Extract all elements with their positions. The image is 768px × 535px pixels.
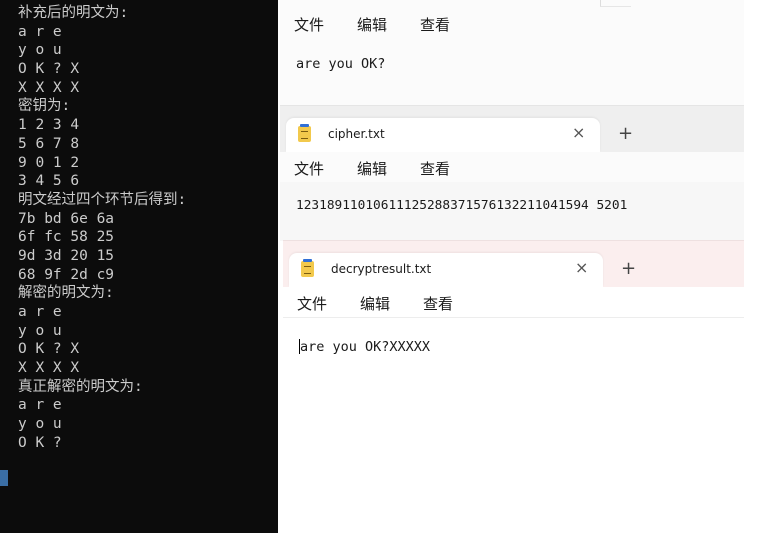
editor-text: are you OK?XXXXX xyxy=(300,339,431,355)
console-window[interactable]: 补充后的明文为: a r e y o u O K ? X X X X X 密钥为… xyxy=(0,0,278,533)
notepad-window-cipher[interactable]: cipher.txt × + 文件 编辑 查看 1231891101061112… xyxy=(280,105,744,241)
notepad-window-plaintext[interactable]: 文件 编辑 查看 are you OK? xyxy=(280,0,744,105)
console-line: 密钥为: xyxy=(18,98,71,115)
console-line: 真正解密的明文为: xyxy=(18,378,143,395)
console-line: 1 2 3 4 xyxy=(18,117,80,134)
menu-view[interactable]: 查看 xyxy=(420,14,450,35)
menu-view[interactable]: 查看 xyxy=(420,158,450,179)
console-line: 解密的明文为: xyxy=(18,285,114,302)
menu-file[interactable]: 文件 xyxy=(297,293,327,314)
console-line: 9d 3d 20 15 xyxy=(18,247,115,264)
console-line: 补充后的明文为: xyxy=(18,5,129,21)
console-line: y o u xyxy=(18,322,62,339)
console-line: a r e xyxy=(18,304,62,320)
close-icon[interactable]: × xyxy=(572,123,585,142)
console-line: 5 6 7 8 xyxy=(18,135,80,152)
console-line: X X X X xyxy=(18,360,80,377)
console-line: a r e xyxy=(18,397,62,414)
tab-bar: decryptresult.txt × + xyxy=(283,241,744,287)
tab-strip xyxy=(280,0,744,8)
console-line: y o u xyxy=(18,42,62,59)
editor-body[interactable]: are you OK?XXXXX xyxy=(283,318,744,535)
console-line: O K ? xyxy=(18,434,62,451)
console-line: a r e xyxy=(18,23,62,40)
console-line: O K ? X xyxy=(18,341,80,358)
menu-edit[interactable]: 编辑 xyxy=(360,293,390,314)
tab-decryptresult[interactable]: decryptresult.txt × xyxy=(289,253,603,287)
tab-cipher[interactable]: cipher.txt × xyxy=(286,118,600,152)
plus-icon[interactable]: + xyxy=(618,123,633,144)
menu-bar: 文件 编辑 查看 xyxy=(280,8,744,38)
taskbar-edge-icon xyxy=(0,470,8,486)
console-line: X X X X xyxy=(18,79,80,96)
console-line: 6f fc 58 25 xyxy=(18,229,115,246)
menu-file[interactable]: 文件 xyxy=(294,14,324,35)
text-editor-area[interactable]: are you OK?XXXXX xyxy=(283,339,744,355)
console-line: y o u xyxy=(18,416,62,433)
desktop-gap xyxy=(744,0,768,533)
menu-view[interactable]: 查看 xyxy=(423,293,453,314)
text-editor-area[interactable]: 12318911010611125288371576132211041594 5… xyxy=(280,198,744,213)
menu-bar: 文件 编辑 查看 xyxy=(283,287,744,317)
tab-edge xyxy=(600,0,631,7)
console-line: O K ? X xyxy=(18,61,80,78)
tab-title: decryptresult.txt xyxy=(331,262,432,276)
console-line: 3 4 5 6 xyxy=(18,173,80,190)
notepad-icon xyxy=(301,259,314,277)
close-icon[interactable]: × xyxy=(575,258,588,277)
console-line: 7b bd 6e 6a xyxy=(18,210,115,227)
plus-icon[interactable]: + xyxy=(621,258,636,279)
tab-title: cipher.txt xyxy=(328,127,385,141)
tab-bar: cipher.txt × + xyxy=(280,106,744,152)
notepad-icon xyxy=(298,124,311,142)
console-line: 9 0 1 2 xyxy=(18,154,80,171)
console-line: 68 9f 2d c9 xyxy=(18,266,115,283)
menu-edit[interactable]: 编辑 xyxy=(357,14,387,35)
editor-text: are you OK? xyxy=(296,56,386,72)
menu-bar: 文件 编辑 查看 xyxy=(280,152,744,182)
console-line: 明文经过四个环节后得到: xyxy=(18,191,187,208)
notepad-window-decrypt[interactable]: decryptresult.txt × + 文件 编辑 查看 are you O… xyxy=(283,240,744,535)
menu-edit[interactable]: 编辑 xyxy=(357,158,387,179)
editor-text: 12318911010611125288371576132211041594 5… xyxy=(296,198,628,213)
text-editor-area[interactable]: are you OK? xyxy=(280,56,744,72)
menu-file[interactable]: 文件 xyxy=(294,158,324,179)
